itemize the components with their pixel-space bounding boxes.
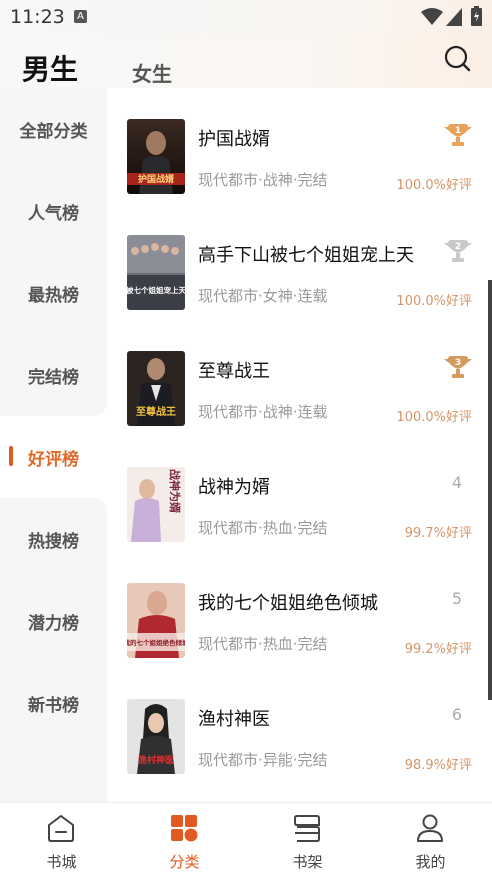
sidebar-item-label: 好评榜: [28, 449, 79, 470]
book-title[interactable]: 至尊战王: [198, 357, 270, 383]
book-cover[interactable]: 护国战婿: [127, 119, 185, 194]
book-title[interactable]: 渔村神医: [198, 705, 270, 731]
book-rating: 100.0%好评: [396, 178, 472, 193]
cover-title: 被七个姐姐宠上天: [127, 285, 185, 295]
svg-text:2: 2: [455, 242, 461, 252]
rank-number: 4: [451, 473, 462, 492]
rank-number: 5: [451, 589, 462, 608]
book-meta: 现代都市·热血·完结: [198, 519, 328, 537]
sidebar-item-top-rated[interactable]: 好评榜: [0, 416, 107, 498]
list-item[interactable]: 我的七个姐姐绝色倾城 我的七个姐姐绝色倾城 现代都市·热血·完结 99.2%好评…: [107, 552, 492, 668]
book-cover[interactable]: 至尊战王: [127, 351, 185, 426]
sidebar-item-potential[interactable]: 潜力榜: [0, 580, 107, 662]
status-bar: 11:23 A: [0, 0, 492, 34]
nav-profile[interactable]: 我的: [369, 803, 492, 875]
scroll-edge: [488, 280, 492, 700]
notification-icon: A: [74, 10, 87, 23]
rank-number: 6: [451, 705, 462, 724]
sidebar-item-label: 潜力榜: [28, 613, 79, 634]
signal-icon: [446, 8, 462, 26]
svg-text:1: 1: [455, 126, 461, 136]
cover-title: 我的七个姐姐绝色倾城: [127, 638, 185, 647]
list-item[interactable]: 护国战婿 护国战婿 现代都市·战神·完结 100.0%好评 1: [107, 88, 492, 204]
book-cover[interactable]: 我的七个姐姐绝色倾城: [127, 583, 185, 658]
book-title[interactable]: 战神为婿: [198, 473, 270, 499]
book-cover[interactable]: 渔村神医: [127, 699, 185, 774]
tab-female[interactable]: 女生: [132, 58, 172, 87]
book-title[interactable]: 我的七个姐姐绝色倾城: [198, 589, 378, 615]
nav-category[interactable]: 分类: [123, 803, 246, 875]
bookshelf-icon: [294, 815, 320, 842]
sidebar-item-label: 完结榜: [28, 367, 79, 388]
sidebar-item-popular[interactable]: 人气榜: [0, 170, 107, 252]
book-title[interactable]: 护国战婿: [198, 125, 270, 151]
list-item[interactable]: 被七个姐姐宠上天 高手下山被七个姐姐宠上天 现代都市·女神·连载 100.0%好…: [107, 204, 492, 320]
list-item[interactable]: 至尊战王 至尊战王 现代都市·战神·连载 100.0%好评 3: [107, 320, 492, 436]
book-meta: 现代都市·异能·完结: [198, 751, 328, 769]
silver-trophy-icon: 2: [444, 240, 472, 262]
status-time: 11:23: [10, 6, 65, 28]
nav-bookshelf[interactable]: 书架: [246, 803, 369, 875]
sidebar-corner: [0, 402, 107, 416]
book-rating: 99.2%好评: [404, 642, 472, 657]
book-meta: 现代都市·女神·连载: [198, 287, 328, 305]
cover-title: 至尊战王: [136, 405, 176, 418]
cover-title: 战神为婿: [168, 469, 182, 514]
top-header: 男生 女生: [0, 34, 492, 88]
sidebar-item-label: 热搜榜: [28, 531, 79, 552]
book-meta: 现代都市·战神·连载: [198, 403, 328, 421]
book-cover[interactable]: 战神为婿: [127, 467, 185, 542]
nav-label: 我的: [415, 853, 446, 871]
book-rating: 100.0%好评: [396, 294, 472, 309]
search-icon[interactable]: [443, 44, 473, 74]
sidebar-item-label: 新书榜: [28, 695, 79, 716]
profile-icon: [417, 814, 443, 842]
category-icon: [171, 815, 198, 842]
sidebar-item-label: 人气榜: [28, 203, 79, 224]
book-rating: 99.7%好评: [404, 526, 472, 541]
sidebar-item-label: 最热榜: [28, 285, 79, 306]
list-item[interactable]: 渔村神医 渔村神医 现代都市·异能·完结 98.9%好评 6: [107, 668, 492, 784]
nav-label: 书架: [292, 853, 323, 871]
svg-text:3: 3: [455, 358, 461, 368]
sidebar-item-new[interactable]: 新书榜: [0, 662, 107, 744]
book-cover[interactable]: 被七个姐姐宠上天: [127, 235, 185, 310]
nav-bookstore[interactable]: 书城: [0, 803, 123, 875]
nav-label: 分类: [169, 853, 200, 871]
sidebar-item-trending[interactable]: 热搜榜: [0, 498, 107, 580]
list-item[interactable]: 战神为婿 战神为婿 现代都市·热血·完结 99.7%好评 4: [107, 436, 492, 552]
sidebar-item-hottest[interactable]: 最热榜: [0, 252, 107, 334]
gold-trophy-icon: 1: [444, 124, 472, 146]
home-icon: [48, 815, 74, 842]
bronze-trophy-icon: 3: [444, 356, 472, 378]
sidebar-item-all[interactable]: 全部分类: [0, 88, 107, 170]
wifi-icon: [421, 8, 443, 25]
book-rating: 100.0%好评: [396, 410, 472, 425]
book-meta: 现代都市·热血·完结: [198, 635, 328, 653]
category-sidebar: 全部分类 人气榜 最热榜 完结榜 好评榜 热搜榜 潜力榜 新书榜: [0, 88, 107, 802]
cover-title: 护国战婿: [138, 173, 175, 185]
tab-male[interactable]: 男生: [22, 48, 78, 88]
cover-title: 渔村神医: [138, 754, 174, 766]
book-ranking-list: 护国战婿 护国战婿 现代都市·战神·完结 100.0%好评 1 被七个姐姐宠上天…: [107, 88, 492, 802]
book-meta: 现代都市·战神·完结: [198, 171, 328, 189]
sidebar-item-label: 全部分类: [19, 121, 88, 142]
nav-label: 书城: [46, 853, 77, 871]
battery-icon: [471, 6, 482, 26]
book-title[interactable]: 高手下山被七个姐姐宠上天: [198, 241, 414, 267]
bottom-nav: 书城 分类 书架 我的: [0, 802, 492, 875]
book-rating: 98.9%好评: [404, 758, 472, 773]
